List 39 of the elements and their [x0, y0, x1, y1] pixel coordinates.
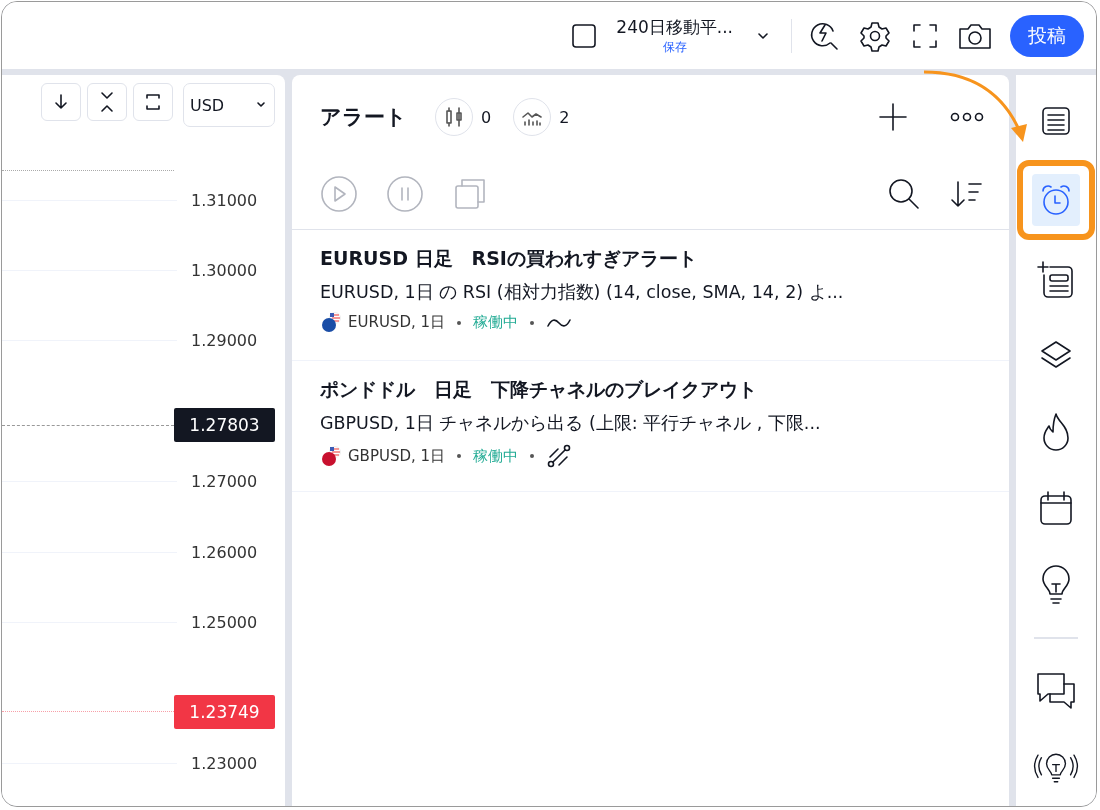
alert-condition: GBPUSD, 1日 チャネルから出る (上限: 平行チャネル , 下限... [320, 412, 822, 435]
fit-button[interactable] [133, 83, 173, 121]
price-label: 1.26000 [190, 542, 259, 562]
alert-title: ポンドドル 日足 下降チャネルのブレイクアウト [320, 377, 758, 402]
alert-row[interactable]: EURUSD 日足 RSIの買われすぎアラート EURUSD, 1日 の RSI (相対力指数) (14, close, SMA, 14, 2) よ... EURUSD, 1日 稼働中 [292, 230, 1009, 361]
post-button[interactable]: 投稿 [1010, 14, 1084, 57]
search-icon[interactable] [887, 177, 921, 211]
price-label: 1.31000 [190, 190, 259, 210]
sort-icon[interactable] [949, 178, 985, 210]
alert-row[interactable]: ポンドドル 日足 下降チャネルのブレイクアウト GBPUSD, 1日 チャネルから出る (上限: 平行チャネル , 下限... GBPUSD, 1日 稼働中 [292, 361, 1009, 492]
scroll-down-button[interactable] [41, 83, 81, 121]
currency-dropdown[interactable]: USD [183, 83, 275, 127]
alert-title: EURUSD 日足 RSIの買われすぎアラート [320, 246, 698, 271]
price-label: 1.25000 [190, 613, 259, 633]
price-label: 1.27000 [190, 472, 259, 492]
price-label: 1.30000 [190, 261, 259, 281]
alert-condition: EURUSD, 1日 の RSI (相対力指数) (14, close, SMA, 14, 2) よ... [320, 281, 845, 304]
layout-name[interactable]: 240日移動平... [616, 15, 733, 39]
alert-symbol: EURUSD, 1日 [348, 313, 445, 332]
counter-value: 2 [559, 107, 570, 127]
price-tag: 1.27803 [174, 408, 275, 443]
price-tag: 1.23749 [174, 694, 275, 729]
plus-icon[interactable] [877, 101, 909, 133]
trend-line-icon [546, 443, 573, 469]
add-note-icon[interactable] [1036, 258, 1076, 299]
counter-value: 0 [481, 107, 492, 127]
more-icon[interactable] [949, 110, 985, 124]
collapse-button[interactable] [87, 83, 127, 121]
panel-title: アラート [320, 104, 407, 131]
alert-symbol: GBPUSD, 1日 [348, 446, 446, 466]
alert-status: 稼働中 [473, 446, 519, 466]
collapse-arrows-icon [98, 91, 116, 113]
price-label: 1.29000 [190, 331, 259, 351]
price-label: 1.23000 [190, 753, 259, 773]
chevron-down-icon [256, 100, 266, 110]
arrow-down-icon [52, 93, 70, 111]
save-status: 保存 [662, 38, 687, 56]
alert-status: 稼働中 [473, 313, 518, 332]
frame-icon [143, 92, 163, 112]
